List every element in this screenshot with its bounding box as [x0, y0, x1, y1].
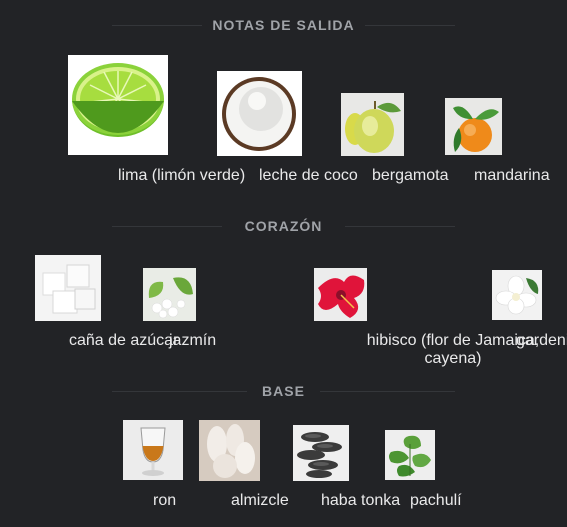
- section-title: BASE: [262, 383, 305, 399]
- section-title: NOTAS DE SALIDA: [212, 17, 355, 33]
- note-label: bergamota: [372, 167, 449, 184]
- gardenia-icon: [492, 270, 542, 320]
- note-label: ron: [153, 492, 177, 509]
- note-label: mandarina: [474, 167, 550, 184]
- sugar-cubes-icon: [35, 255, 101, 321]
- note-label: caña de azúcar: [69, 332, 179, 349]
- tonka-bean-icon: [293, 425, 349, 481]
- section-header-top: NOTAS DE SALIDA: [0, 15, 567, 35]
- note-label: jazmín: [169, 332, 217, 349]
- lime-icon: [68, 55, 168, 155]
- section-title: CORAZÓN: [244, 218, 323, 234]
- note-label: gardenia: [516, 332, 567, 349]
- jasmine-icon: [143, 268, 196, 321]
- rum-glass-icon: [123, 420, 183, 480]
- coconut-icon: [217, 71, 302, 156]
- note-label: pachulí: [410, 492, 462, 509]
- hibiscus-icon: [314, 268, 367, 321]
- section-header-base: BASE: [0, 381, 567, 401]
- mandarin-icon: [445, 98, 502, 155]
- note-label: almizcle: [231, 492, 289, 509]
- note-label: haba tonka: [321, 492, 401, 509]
- note-label: lima (limón verde): [118, 167, 246, 184]
- musk-icon: [199, 420, 260, 481]
- patchouli-icon: [385, 430, 435, 480]
- divider: [320, 391, 455, 392]
- section-header-heart: CORAZÓN: [0, 216, 567, 236]
- bergamot-icon: [341, 93, 404, 156]
- divider: [365, 25, 455, 26]
- divider: [345, 226, 455, 227]
- note-label: leche de coco: [259, 167, 358, 184]
